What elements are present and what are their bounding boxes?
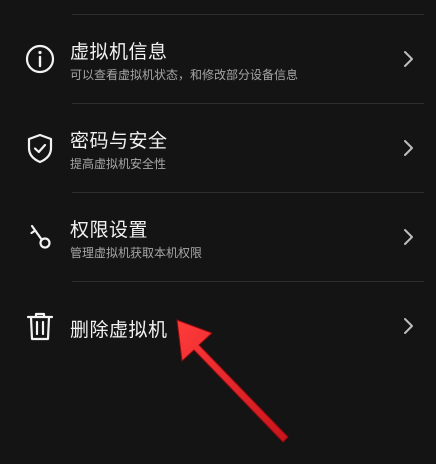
menu-item-delete-vm[interactable]: 删除虚拟机 [12,282,424,370]
menu-item-subtitle: 提高虚拟机安全性 [70,157,167,171]
menu-item-password-security[interactable]: 密码与安全 提高虚拟机安全性 [12,104,424,192]
shield-check-icon [22,130,58,166]
menu-item-title: 虚拟机信息 [70,41,168,63]
chevron-right-icon [402,49,416,69]
key-icon [22,219,58,255]
settings-menu: 虚拟机信息 可以查看虚拟机状态，和修改部分设备信息 密码与安全 提高虚拟机安全性 [12,0,424,372]
trash-icon [22,308,58,344]
menu-item-title: 权限设置 [70,219,149,241]
menu-item-title: 密码与安全 [70,130,168,152]
chevron-right-icon [402,138,416,158]
menu-item-title: 删除虚拟机 [70,319,168,341]
menu-item-subtitle: 可以查看虚拟机状态，和修改部分设备信息 [70,68,299,82]
menu-item-permissions[interactable]: 权限设置 管理虚拟机获取本机权限 [12,193,424,281]
info-icon [22,41,58,77]
chevron-right-icon [402,316,416,336]
menu-item-subtitle: 管理虚拟机获取本机权限 [70,246,203,260]
chevron-right-icon [402,227,416,247]
menu-item-vm-info[interactable]: 虚拟机信息 可以查看虚拟机状态，和修改部分设备信息 [12,15,424,103]
